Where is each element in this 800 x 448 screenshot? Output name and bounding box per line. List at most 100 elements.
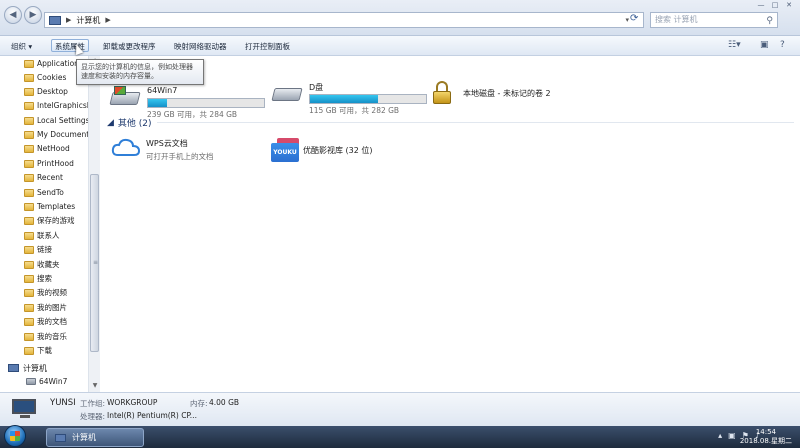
sidebar-item[interactable]: Recent [24, 171, 63, 184]
sidebar-item[interactable]: 我的视频 [24, 286, 67, 299]
sidebar-item[interactable]: Cookies [24, 71, 66, 84]
search-icon[interactable]: ⚲ [766, 14, 773, 28]
sidebar-item-label: 计算机 [23, 363, 47, 373]
uninstall-program-button[interactable]: 卸载或更改程序 [100, 40, 159, 53]
back-button[interactable]: ◀ [4, 6, 22, 24]
item-subtitle: 可打开手机上的文档 [146, 152, 214, 161]
sidebar-item[interactable]: Local Settings [24, 114, 90, 127]
locked-drive-icon [431, 81, 453, 105]
view-options-icon[interactable]: ☷▾ [728, 40, 741, 50]
clock-date: 2018.08.星期二 [739, 437, 792, 445]
tray-expand-icon[interactable]: ▴ [718, 431, 722, 440]
wps-cloud-item[interactable]: WPS云文档 可打开手机上的文档 [111, 136, 214, 162]
sidebar-item-label: Templates [37, 202, 76, 211]
sidebar-item[interactable]: Application [24, 57, 79, 70]
hard-drive-icon [26, 378, 36, 385]
processor-label: 处理器: [80, 412, 106, 421]
sidebar-item[interactable]: 我的文档 [24, 315, 67, 328]
forward-button[interactable]: ▶ [24, 6, 42, 24]
network-icon[interactable]: ▣ [728, 431, 736, 440]
folder-icon [24, 303, 34, 312]
breadcrumb-separator-icon[interactable]: ▶ [66, 16, 71, 24]
taskbar-window-computer[interactable]: 计算机 [46, 428, 144, 447]
refresh-icon[interactable]: ⟳ [630, 13, 638, 24]
sidebar-item-label: 64Win7 [39, 377, 68, 386]
clock[interactable]: 14:54 2018.08.星期二 [740, 428, 792, 446]
search-input[interactable]: 搜索 计算机 ⚲ [650, 12, 778, 28]
tooltip-line: 显示您的计算机的信息，例如处理器 [81, 63, 193, 71]
sidebar-item[interactable]: Templates [24, 200, 75, 213]
address-bar[interactable]: ▶ 计算机 ▶ ▾ [44, 12, 644, 28]
folder-icon [24, 317, 34, 326]
scroll-down-icon[interactable]: ▼ [90, 382, 100, 390]
collapse-chevron-icon[interactable]: ◢ [107, 118, 114, 128]
drive-item[interactable]: 64Win7 239 GB 可用，共 284 GB [109, 86, 265, 120]
open-control-panel-button[interactable]: 打开控制面板 [242, 40, 293, 53]
nav-buttons: ◀ ▶ ▾ [4, 6, 49, 24]
folder-icon [24, 188, 34, 197]
help-icon[interactable]: ? [780, 40, 785, 50]
minimize-icon[interactable]: — [754, 0, 768, 10]
folder-icon [24, 260, 34, 269]
folder-icon [24, 59, 34, 68]
sidebar-item[interactable]: 收藏夹 [24, 258, 60, 271]
command-bar: 组织 ▾ 系统属性 卸载或更改程序 映射网络驱动器 打开控制面板 ☷▾ ▣ ? [0, 36, 800, 56]
folder-icon [24, 173, 34, 182]
capacity-fill [148, 99, 167, 107]
grip-icon: ≡ [93, 259, 99, 266]
sidebar-scrollbar[interactable]: ▲ ≡ ▼ [88, 56, 100, 392]
breadcrumb-computer[interactable]: 计算机 [76, 15, 100, 26]
memory-value: 4.00 GB [209, 398, 240, 407]
sidebar-item[interactable]: 我的音乐 [24, 330, 67, 343]
computer-name: YUNSI [50, 398, 76, 408]
system-properties-button[interactable]: 系统属性 [51, 39, 89, 52]
sidebar-item[interactable]: PrintHood [24, 157, 74, 170]
address-dropdown-chevron-icon[interactable]: ▾ [625, 16, 629, 24]
sidebar-item[interactable]: IntelGraphicsI [24, 99, 89, 112]
folder-icon [24, 231, 34, 240]
start-button[interactable] [0, 423, 30, 448]
preview-pane-icon[interactable]: ▣ [760, 40, 769, 50]
workgroup-value: WORKGROUP [107, 398, 158, 407]
hard-drive-icon [271, 82, 305, 104]
locked-drive-item[interactable]: 本地磁盘 - 未标记的卷 2 [431, 81, 551, 105]
sidebar-item[interactable]: My Document [24, 128, 89, 141]
sidebar-item-label: Local Settings [37, 116, 90, 125]
sidebar-item[interactable]: 搜索 [24, 272, 52, 285]
sidebar-item-label: 收藏夹 [37, 260, 60, 269]
scroll-thumb[interactable]: ≡ [90, 174, 99, 352]
sidebar-item-label: 联系人 [37, 231, 60, 240]
sidebar-item[interactable]: 保存的游戏 [24, 214, 75, 227]
sidebar-item-label: Application [37, 59, 79, 68]
folder-icon [24, 116, 34, 125]
map-network-drive-button[interactable]: 映射网络驱动器 [171, 40, 230, 53]
sidebar-item[interactable]: SendTo [24, 186, 64, 199]
cloud-icon [111, 138, 141, 156]
system-drive-icon [109, 86, 143, 108]
folder-icon [24, 159, 34, 168]
capacity-fill [310, 95, 379, 103]
section-header-other[interactable]: ◢ 其他 (2) [107, 116, 152, 130]
sidebar-item[interactable]: Desktop [24, 85, 68, 98]
organize-menu[interactable]: 组织 ▾ [8, 40, 35, 53]
item-title: 优酷影视库 (32 位) [303, 145, 373, 155]
folder-icon [24, 216, 34, 225]
maximize-icon[interactable]: □ [768, 0, 782, 10]
sidebar-item[interactable]: NetHood [24, 142, 70, 155]
sidebar-item-label: Cookies [37, 73, 67, 82]
drive-item[interactable]: D盘 115 GB 可用，共 282 GB [271, 82, 427, 116]
folder-icon [24, 130, 34, 139]
breadcrumb-separator-icon[interactable]: ▶ [105, 16, 110, 24]
sidebar-item[interactable]: 联系人 [24, 229, 60, 242]
sidebar-item[interactable]: 我的图片 [24, 301, 67, 314]
tooltip-line: 速度和安装的内存容量。 [81, 72, 158, 80]
sidebar-item-drive[interactable]: 64Win7 [26, 375, 67, 388]
folder-icon [24, 245, 34, 254]
youku-item[interactable]: YOUKU 优酷影视库 (32 位) [271, 138, 373, 162]
close-icon[interactable]: ✕ [782, 0, 796, 10]
memory-label: 内存: [190, 399, 208, 408]
sidebar-item[interactable]: 链接 [24, 243, 52, 256]
folder-icon [24, 73, 34, 82]
sidebar-item[interactable]: 下载 [24, 344, 52, 357]
sidebar-item-computer[interactable]: 计算机 [8, 361, 47, 375]
